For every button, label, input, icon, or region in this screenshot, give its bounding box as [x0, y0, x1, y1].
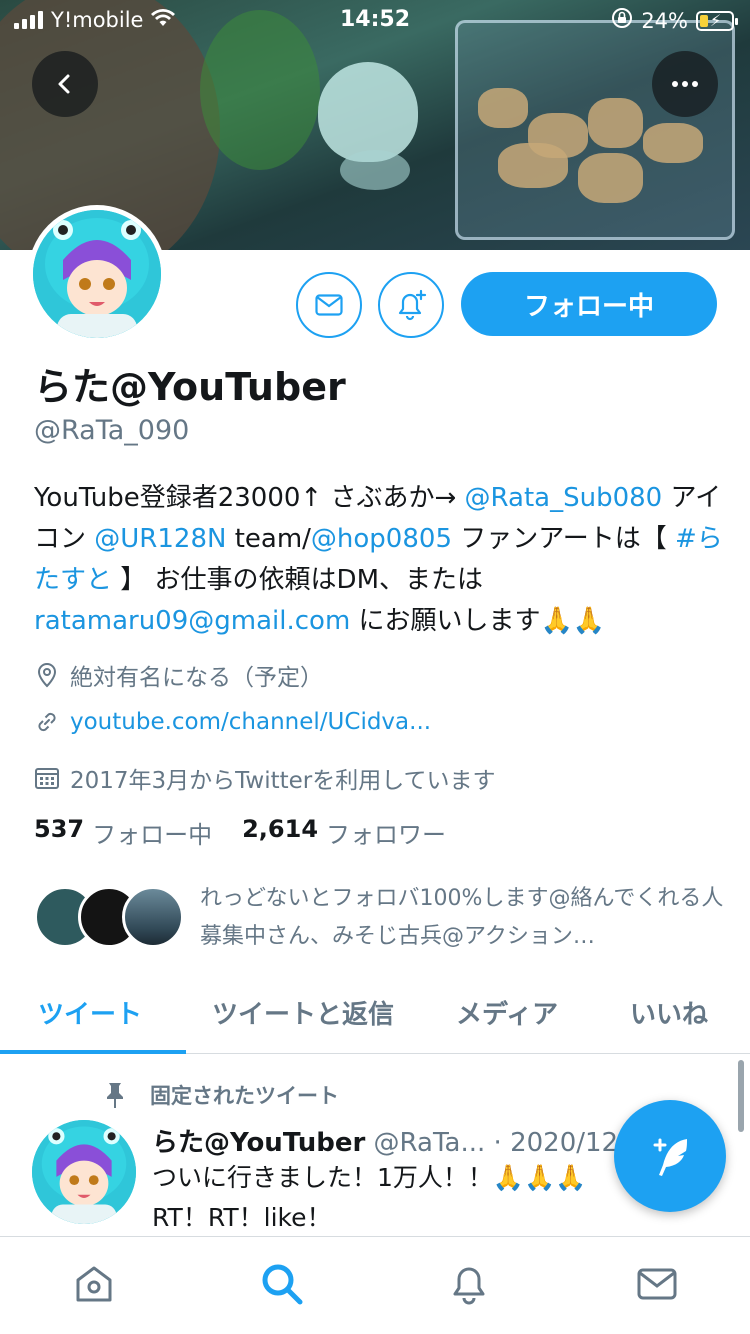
bio-mention-link[interactable]: @UR128N	[94, 524, 226, 554]
following-label[interactable]: フォロー中	[92, 815, 212, 850]
bio-text: にお願いします🙏🙏	[350, 606, 606, 636]
nav-home[interactable]	[69, 1259, 119, 1309]
status-bar: Y!mobile 14:52 24% ⚡	[0, 0, 750, 40]
profile-url[interactable]: youtube.com/channel/UCidva...	[34, 709, 431, 735]
battery-icon: ⚡	[696, 10, 738, 31]
followed-by[interactable]: れっどないとフォロバ100%します@絡んでくれる人募集中さん、みそじ古兵@アクシ…	[34, 880, 724, 960]
nav-search[interactable]	[257, 1259, 307, 1309]
nav-notifications[interactable]	[444, 1259, 494, 1309]
envelope-icon	[315, 294, 343, 316]
profile-handle: @RaTa_090	[34, 415, 190, 446]
location-pin-icon	[37, 663, 57, 688]
tweet-text-line: RT！RT！like！	[152, 1203, 332, 1232]
bio-mention-link[interactable]: @Rata_Sub080	[465, 483, 663, 513]
message-button[interactable]	[296, 272, 362, 338]
profile-bio: YouTube登録者23000↑ さぶあか→ @Rata_Sub080 アイコン…	[34, 478, 724, 642]
battery-percent: 24%	[641, 8, 688, 33]
bio-mention-link[interactable]: @hop0805	[311, 524, 452, 554]
tweet-header: らた@YouTuber @RaTa... · 2020/12	[152, 1122, 622, 1159]
back-button[interactable]	[32, 51, 98, 117]
compose-tweet-icon	[653, 1138, 687, 1176]
url-text[interactable]: youtube.com/channel/UCidva...	[70, 709, 431, 735]
profile-joined: 2017年3月からTwitterを利用しています	[34, 761, 496, 795]
followers-count[interactable]: 2,614	[242, 815, 318, 850]
bio-email-link[interactable]: ratamaru09@gmail.com	[34, 606, 350, 636]
bio-text: 】 お仕事の依頼はDM、または	[112, 565, 483, 595]
profile-avatar[interactable]	[28, 205, 166, 343]
notify-button[interactable]	[378, 272, 444, 338]
followers-label[interactable]: フォロワー	[326, 815, 446, 850]
tweet-avatar[interactable]	[32, 1120, 136, 1224]
following-count[interactable]: 537	[34, 815, 84, 850]
bottom-navigation	[0, 1236, 750, 1334]
tab-tweets-and-replies[interactable]: ツイートと返信	[212, 994, 394, 1031]
tab-tweets[interactable]: ツイート	[38, 994, 142, 1031]
banner-axolotl-body	[340, 150, 410, 190]
following-button[interactable]: フォロー中	[461, 272, 717, 336]
more-horizontal-icon	[672, 81, 698, 87]
bio-text: YouTube登録者23000↑ さぶあか→	[34, 483, 465, 513]
scrollbar[interactable]	[738, 1060, 744, 1132]
followed-by-text: れっどないとフォロバ100%します@絡んでくれる人募集中さん、みそじ古兵@アクシ…	[200, 886, 724, 949]
mail-icon	[637, 1268, 677, 1300]
pinned-label: 固定されたツイート	[100, 1080, 339, 1110]
profile-name: らた@YouTuber	[34, 365, 346, 409]
active-tab-indicator	[0, 1050, 186, 1054]
joined-text: 2017年3月からTwitterを利用しています	[70, 768, 496, 794]
bio-text: team/	[226, 524, 311, 554]
tweet-handle-date: @RaTa... · 2020/12	[373, 1128, 619, 1158]
profile-tabs: ツイート ツイートと返信 メディア いいね	[0, 980, 750, 1054]
bio-text: ファンアートは【	[451, 524, 675, 554]
orientation-lock-icon	[611, 7, 633, 34]
compose-tweet-button[interactable]	[614, 1100, 726, 1212]
nav-messages[interactable]	[632, 1259, 682, 1309]
pinned-label-text: 固定されたツイート	[150, 1084, 339, 1108]
tab-media[interactable]: メディア	[456, 994, 558, 1031]
tab-likes[interactable]: いいね	[630, 994, 708, 1031]
location-text: 絶対有名になる（予定）	[70, 665, 323, 691]
pin-icon	[107, 1083, 123, 1108]
chevron-left-icon	[58, 74, 70, 94]
profile-location: 絶対有名になる（予定）	[34, 658, 323, 692]
follower-avatar	[122, 886, 184, 948]
home-icon	[76, 1266, 112, 1302]
bell-icon	[453, 1267, 485, 1305]
follow-counts: 537 フォロー中 2,614 フォロワー	[34, 815, 446, 850]
banner-axolotl	[318, 62, 418, 162]
more-button[interactable]	[652, 51, 718, 117]
bell-plus-icon	[398, 289, 427, 321]
search-icon	[262, 1264, 303, 1305]
tweet-author: らた@YouTuber	[152, 1128, 366, 1158]
calendar-icon	[35, 768, 59, 789]
link-icon	[38, 712, 56, 732]
